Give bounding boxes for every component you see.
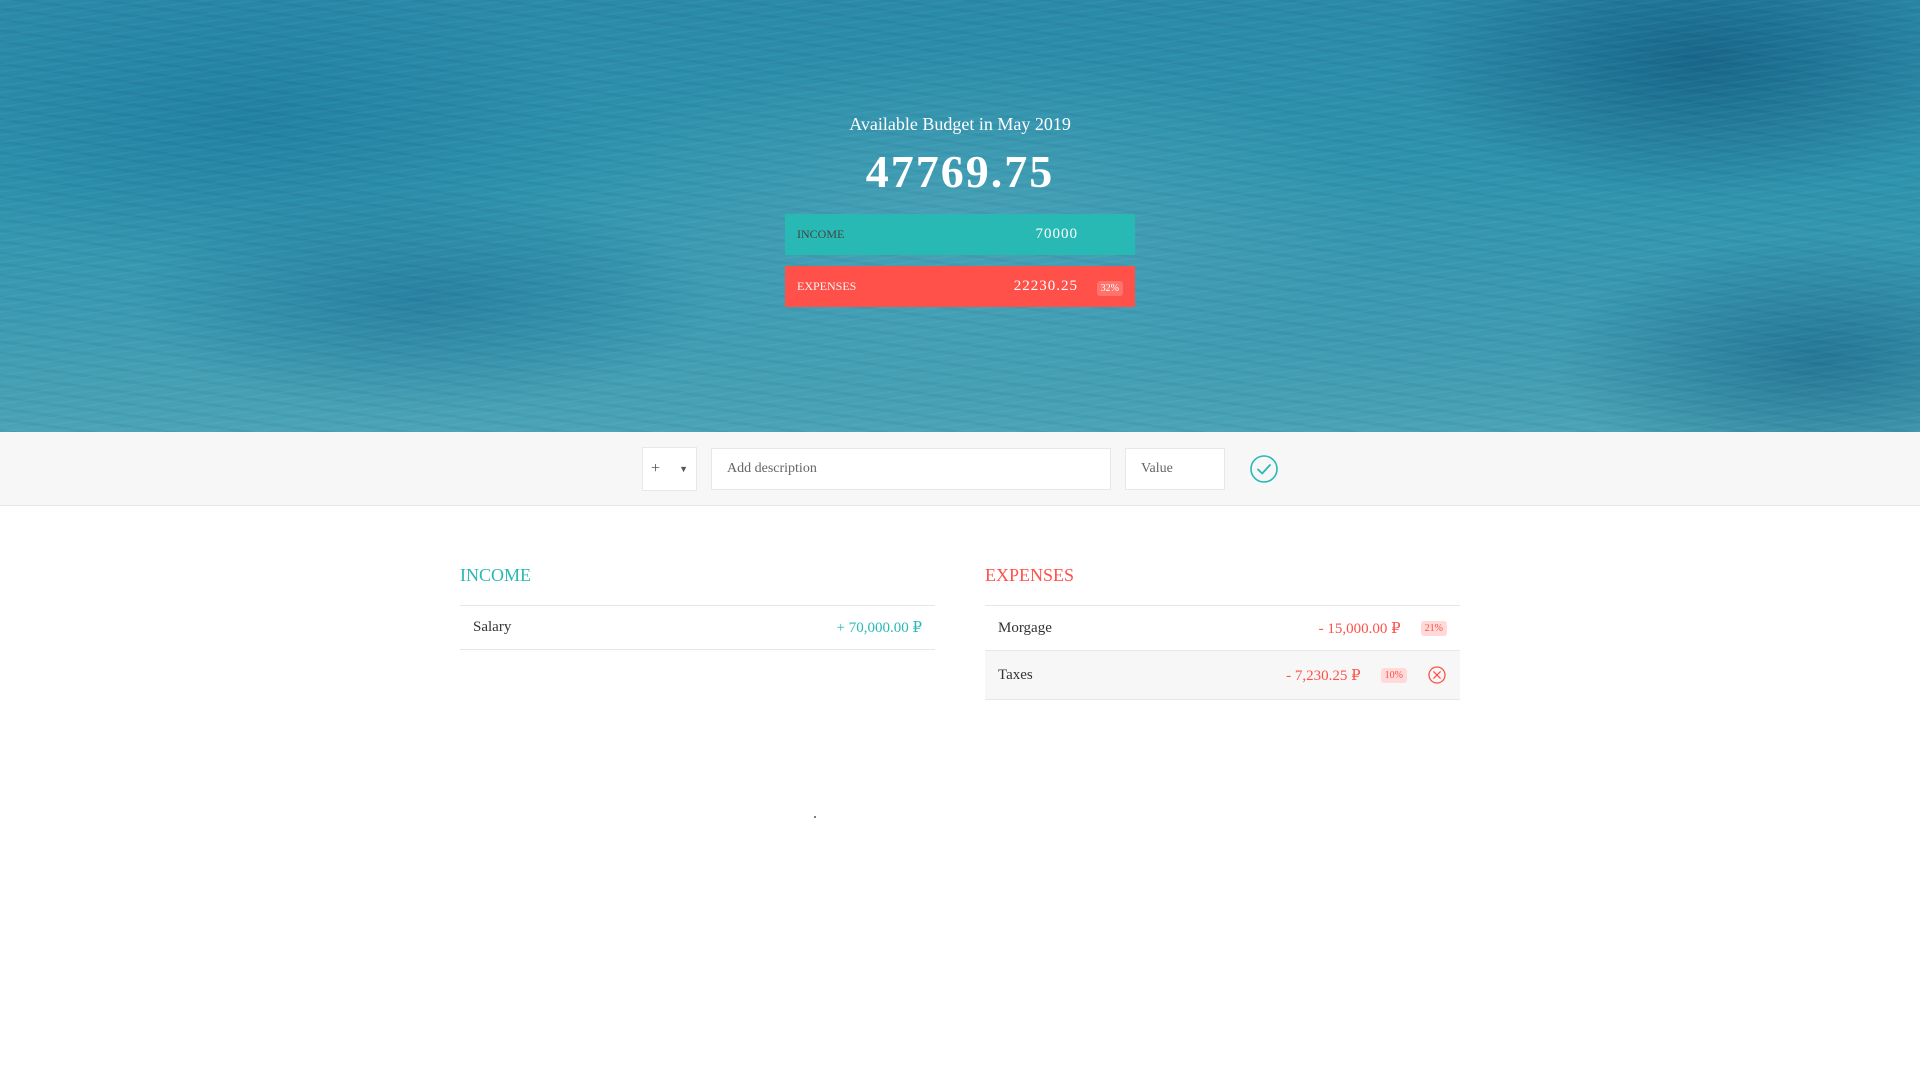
- budget-expenses-label: Expenses: [797, 279, 857, 293]
- add-bar: + ▼: [0, 432, 1920, 506]
- budget-expenses-row: Expenses 22230.25 32%: [785, 266, 1135, 307]
- item-description: Salary: [473, 619, 512, 635]
- expenses-title: Expenses: [985, 565, 1075, 585]
- chevron-down-icon: ▼: [679, 464, 688, 474]
- budget-value: 47769.75: [865, 146, 1055, 197]
- add-button[interactable]: [1249, 454, 1279, 484]
- expense-item: Morgage - 15,000.00 ₽ 21%: [985, 605, 1460, 650]
- item-value: - 7,230.25 ₽: [1286, 667, 1361, 684]
- income-list: Income Salary + 70,000.00 ₽: [460, 563, 935, 650]
- item-percentage: 21%: [1420, 620, 1447, 636]
- delete-button[interactable]: [1427, 665, 1447, 685]
- budget-expenses-percentage-wrap: 32%: [1078, 278, 1123, 296]
- income-item: Salary + 70,000.00 ₽: [460, 605, 935, 650]
- item-value: - 15,000.00 ₽: [1318, 620, 1401, 637]
- decorative-dot: [814, 816, 816, 818]
- budget-income-label: Income: [797, 227, 845, 241]
- add-container: + ▼: [642, 447, 1279, 491]
- type-select-value: +: [651, 460, 661, 477]
- budget-income-row: Income 70000: [785, 214, 1135, 255]
- expense-item[interactable]: Taxes - 7,230.25 ₽ 10%: [985, 650, 1460, 700]
- expenses-list: Expenses Morgage - 15,000.00 ₽ 21% Taxes…: [985, 563, 1460, 700]
- item-value: + 70,000.00 ₽: [836, 620, 922, 636]
- value-input[interactable]: [1125, 448, 1225, 490]
- budget-expenses-value: 22230.25: [1013, 278, 1078, 294]
- income-title: Income: [460, 565, 531, 585]
- type-select[interactable]: + ▼: [642, 447, 697, 491]
- item-description: Taxes: [998, 666, 1033, 683]
- budget-expenses-percentage: 32%: [1096, 280, 1123, 296]
- budget-header: Available Budget in May 2019 47769.75 In…: [0, 0, 1920, 432]
- income-items: Salary + 70,000.00 ₽: [460, 605, 935, 650]
- expenses-items: Morgage - 15,000.00 ₽ 21% Taxes - 7,230.…: [985, 605, 1460, 700]
- item-percentage: 10%: [1380, 667, 1407, 683]
- description-input[interactable]: [711, 448, 1111, 490]
- close-circle-icon: [1428, 666, 1446, 684]
- item-description: Morgage: [998, 619, 1052, 636]
- budget-title: Available Budget in May 2019: [849, 114, 1071, 134]
- budget-income-value: 70000: [1035, 226, 1078, 242]
- checkmark-circle-icon: [1250, 455, 1278, 483]
- budget-summary: Available Budget in May 2019 47769.75 In…: [785, 112, 1135, 318]
